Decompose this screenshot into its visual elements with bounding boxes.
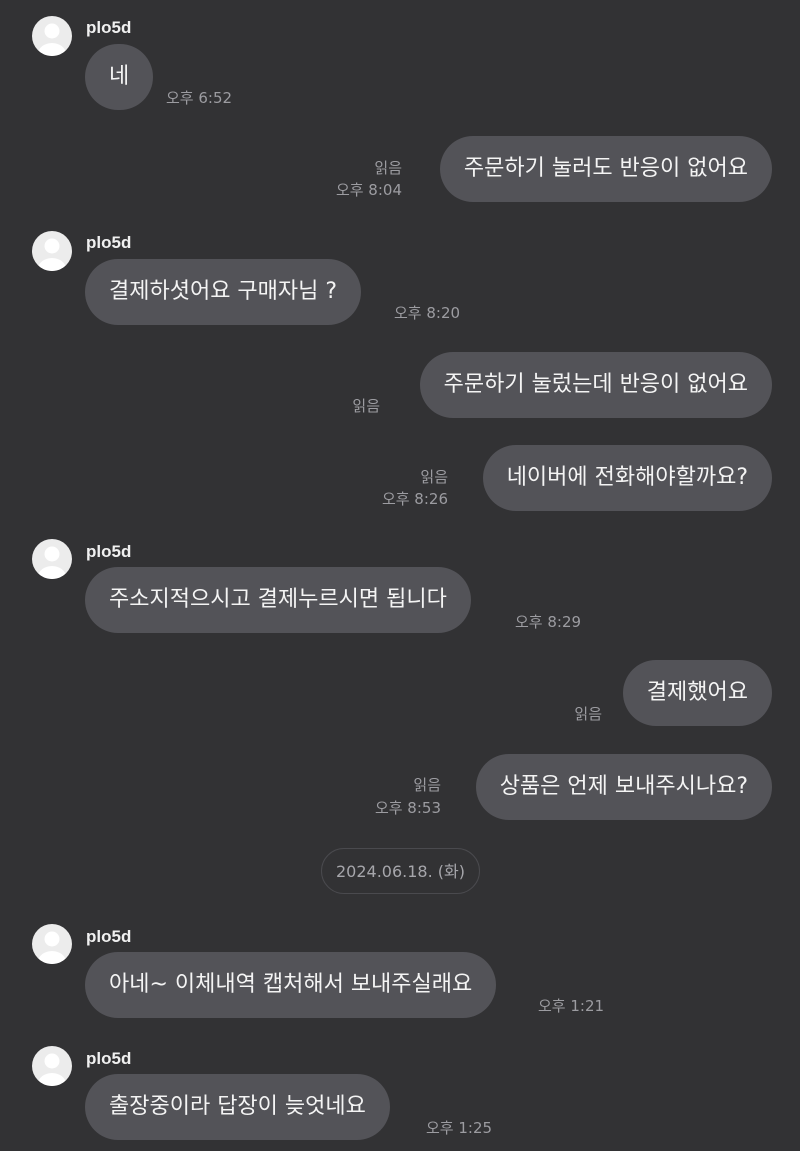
- avatar[interactable]: [32, 16, 72, 56]
- message-time: 오후 8:20: [394, 304, 461, 322]
- message-bubble-received[interactable]: 출장중이라 답장이 늦엇네요: [85, 1074, 390, 1140]
- avatar[interactable]: [32, 924, 72, 964]
- default-user-icon: [38, 1053, 66, 1086]
- sender-name[interactable]: plo5d: [86, 233, 131, 253]
- message-time: 오후 1:25: [426, 1119, 493, 1137]
- sender-name[interactable]: plo5d: [86, 927, 131, 947]
- message-time: 오후 6:52: [166, 89, 233, 107]
- message-bubble-sent[interactable]: 결제했어요: [622, 660, 772, 726]
- message-time: 오후 8:29: [515, 613, 582, 631]
- sender-name[interactable]: plo5d: [86, 18, 131, 38]
- default-user-icon: [38, 931, 66, 964]
- read-receipt: 읽음: [352, 397, 380, 415]
- message-bubble-sent[interactable]: 네이버에 전화해야할까요?: [482, 445, 772, 511]
- avatar[interactable]: [32, 231, 72, 271]
- read-receipt: 읽음: [420, 468, 448, 486]
- avatar[interactable]: [32, 539, 72, 579]
- message-bubble-received[interactable]: 주소지적으시고 결제누르시면 됩니다: [85, 567, 471, 633]
- message-time: 오후 8:53: [374, 799, 441, 817]
- message-bubble-sent[interactable]: 상품은 언제 보내주시나요?: [475, 754, 772, 820]
- default-user-icon: [38, 546, 66, 579]
- default-user-icon: [38, 238, 66, 271]
- sender-name[interactable]: plo5d: [86, 542, 131, 562]
- message-time: 오후 8:04: [335, 181, 402, 199]
- default-user-icon: [38, 23, 66, 56]
- message-bubble-received[interactable]: 아네~ 이체내역 캡처해서 보내주실래요: [85, 952, 497, 1018]
- read-receipt: 읽음: [574, 705, 602, 723]
- message-bubble-sent[interactable]: 주문하기 눌렀는데 반응이 없어요: [419, 352, 772, 418]
- message-time: 오후 1:21: [538, 997, 605, 1015]
- read-receipt: 읽음: [374, 159, 402, 177]
- message-bubble-sent[interactable]: 주문하기 눌러도 반응이 없어요: [439, 136, 772, 202]
- message-bubble-received[interactable]: 결제하셧어요 구매자님 ?: [85, 259, 362, 325]
- read-receipt: 읽음: [413, 776, 441, 794]
- message-time: 오후 8:26: [381, 490, 448, 508]
- date-divider: 2024.06.18. (화): [321, 848, 480, 894]
- avatar[interactable]: [32, 1046, 72, 1086]
- sender-name[interactable]: plo5d: [86, 1049, 131, 1069]
- message-bubble-received[interactable]: 네: [85, 44, 154, 110]
